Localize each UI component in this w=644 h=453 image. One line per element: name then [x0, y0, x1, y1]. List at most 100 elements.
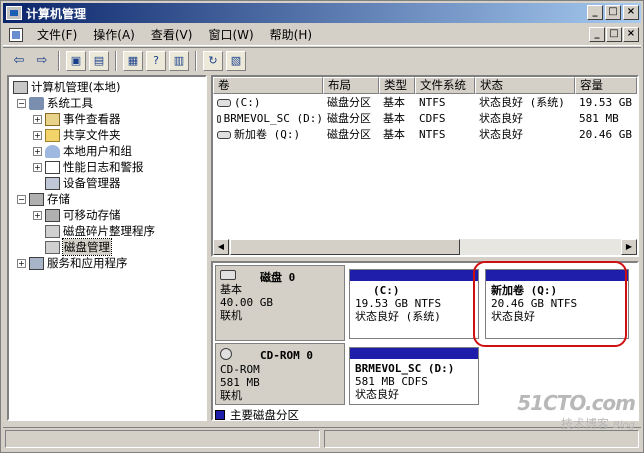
tree-item-performance-logs[interactable]: + 性能日志和警报 [33, 159, 144, 175]
legend-swatch [215, 410, 225, 420]
cd-drive-icon [217, 115, 221, 123]
properties-icon[interactable]: ▦ [123, 50, 143, 71]
show-tree-icon[interactable]: ▤ [89, 50, 109, 71]
menu-help[interactable]: 帮助(H) [262, 26, 320, 43]
expand-toggle[interactable]: + [33, 146, 42, 156]
horizontal-scrollbar[interactable]: ◀ ▶ [213, 239, 637, 255]
tree-item-label: 计算机管理(本地) [31, 80, 121, 94]
column-type[interactable]: 类型 [379, 77, 415, 94]
toolbar: ⇦ ⇨ ▣ ▤ ▦ ? ▥ ↻ ▧ [3, 47, 641, 73]
column-layout[interactable]: 布局 [323, 77, 379, 94]
window-title: 计算机管理 [26, 6, 87, 21]
tree-item-label: 服务和应用程序 [47, 256, 128, 270]
partition-c[interactable]: (C:) 19.53 GB NTFS 状态良好 (系统) [349, 269, 479, 339]
collapse-toggle[interactable]: − [17, 194, 26, 204]
partition-status: 状态良好 (系统) [355, 310, 441, 323]
scroll-thumb[interactable] [230, 239, 460, 255]
watermark-sub: 技术博客 [561, 417, 610, 431]
tree-item-disk-management[interactable]: 磁盘管理 [45, 238, 112, 256]
disk-status: 联机 [220, 309, 242, 322]
expand-toggle[interactable]: + [17, 258, 26, 268]
column-status[interactable]: 状态 [475, 77, 575, 94]
removable-storage-icon [45, 208, 60, 222]
tree-item-root[interactable]: 计算机管理(本地) [13, 79, 120, 95]
scroll-track[interactable] [460, 239, 621, 255]
doc-close-button[interactable]: × [623, 27, 639, 42]
toolbar-separator [195, 50, 197, 71]
tree-item-shared-folders[interactable]: + 共享文件夹 [33, 127, 121, 143]
disk-size: 581 MB [220, 376, 260, 389]
tree-item-label: 性能日志和警报 [63, 160, 144, 174]
tree-item-services-apps[interactable]: + 服务和应用程序 [17, 255, 128, 271]
status-cell [324, 430, 639, 448]
doc-restore-button[interactable]: □ [606, 27, 622, 42]
tree-item-removable-storage[interactable]: + 可移动存储 [33, 207, 121, 223]
volume-name: 新加卷 (Q:) [234, 128, 301, 141]
cd-rom-icon [220, 348, 232, 360]
tree-item-label: 磁盘碎片整理程序 [63, 224, 155, 238]
menu-action[interactable]: 操作(A) [85, 26, 143, 43]
close-button[interactable]: × [623, 5, 639, 20]
title-bar[interactable]: 计算机管理 _ □ × [3, 3, 641, 23]
expand-toggle[interactable]: + [33, 130, 42, 140]
table-row[interactable]: 新加卷 (Q:) 磁盘分区 基本 NTFS 状态良好 20.46 GB [213, 127, 637, 143]
tree-item-label: 系统工具 [47, 96, 93, 110]
tree-item-label: 磁盘管理 [62, 238, 112, 256]
status-cell: 状态良好 [479, 128, 523, 141]
primary-partition-bar [350, 348, 478, 359]
tree-item-label: 本地用户和组 [63, 144, 132, 158]
filesystem-cell: CDFS [419, 112, 446, 125]
tree-item-storage[interactable]: − 存储 [17, 191, 70, 207]
annotation-highlight [473, 261, 627, 347]
table-row[interactable]: BRMEVOL_SC (D:) 磁盘分区 基本 CDFS 状态良好 581 MB [213, 111, 637, 127]
users-icon [45, 144, 60, 158]
doc-minimize-button[interactable]: _ [589, 27, 605, 42]
menu-view[interactable]: 查看(V) [143, 26, 201, 43]
partition-d[interactable]: BRMEVOL_SC (D:) 581 MB CDFS 状态良好 [349, 347, 479, 405]
column-volume[interactable]: 卷 [213, 77, 323, 94]
disk-management-icon [45, 240, 60, 254]
view-icon[interactable]: ▥ [169, 50, 189, 71]
tree-item-device-manager[interactable]: 设备管理器 [45, 175, 121, 191]
expand-toggle[interactable]: + [33, 114, 42, 124]
column-capacity[interactable]: 容量 [575, 77, 637, 94]
watermark-brand: 51CTO.com [517, 391, 636, 415]
volume-list: 卷 布局 类型 文件系统 状态 容量 (C:) 磁盘分区 基本 NTFS 状态良… [211, 75, 639, 257]
forward-icon[interactable]: ⇨ [32, 51, 52, 71]
table-row[interactable]: (C:) 磁盘分区 基本 NTFS 状态良好 (系统) 19.53 GB [213, 95, 637, 111]
document-icon[interactable] [9, 27, 23, 42]
disk-status: 联机 [220, 389, 242, 402]
volume-cell: BRMEVOL_SC (D:) [213, 111, 323, 127]
column-filesystem[interactable]: 文件系统 [415, 77, 475, 94]
watermark: 51CTO.com 技术博客 Blog [517, 391, 636, 432]
drive-icon [217, 99, 231, 107]
back-icon[interactable]: ⇦ [9, 51, 29, 71]
refresh-icon[interactable]: ↻ [203, 50, 223, 71]
menu-window[interactable]: 窗口(W) [200, 26, 261, 43]
device-manager-icon [45, 176, 60, 190]
minimize-button[interactable]: _ [587, 5, 603, 20]
up-folder-icon[interactable]: ▣ [66, 50, 86, 71]
tree-item-defragmenter[interactable]: 磁盘碎片整理程序 [45, 223, 155, 239]
tree-item-system-tools[interactable]: − 系统工具 [17, 95, 93, 111]
disk-size: 40.00 GB [220, 296, 273, 309]
expand-toggle[interactable]: + [33, 210, 42, 220]
disk-type: 基本 [220, 283, 242, 296]
scroll-right-icon[interactable]: ▶ [621, 239, 637, 255]
expand-toggle[interactable]: + [33, 162, 42, 172]
tools-icon [29, 96, 44, 110]
scroll-left-icon[interactable]: ◀ [213, 239, 229, 255]
tree-item-event-viewer[interactable]: + 事件查看器 [33, 111, 121, 127]
partition-legend: 主要磁盘分区 [215, 407, 299, 423]
layout-cell: 磁盘分区 [327, 128, 371, 141]
maximize-button[interactable]: □ [605, 5, 621, 20]
tree-item-local-users[interactable]: + 本地用户和组 [33, 143, 132, 159]
disk-0-info[interactable]: 磁盘 0 基本 40.00 GB 联机 [215, 265, 345, 341]
help-icon[interactable]: ? [146, 50, 166, 71]
toolbar-separator [58, 50, 60, 71]
cdrom-0-info[interactable]: CD-ROM 0 CD-ROM 581 MB 联机 [215, 343, 345, 405]
export-icon[interactable]: ▧ [226, 50, 246, 71]
tree-item-label: 事件查看器 [63, 112, 121, 126]
menu-file[interactable]: 文件(F) [29, 26, 85, 43]
collapse-toggle[interactable]: − [17, 98, 26, 108]
